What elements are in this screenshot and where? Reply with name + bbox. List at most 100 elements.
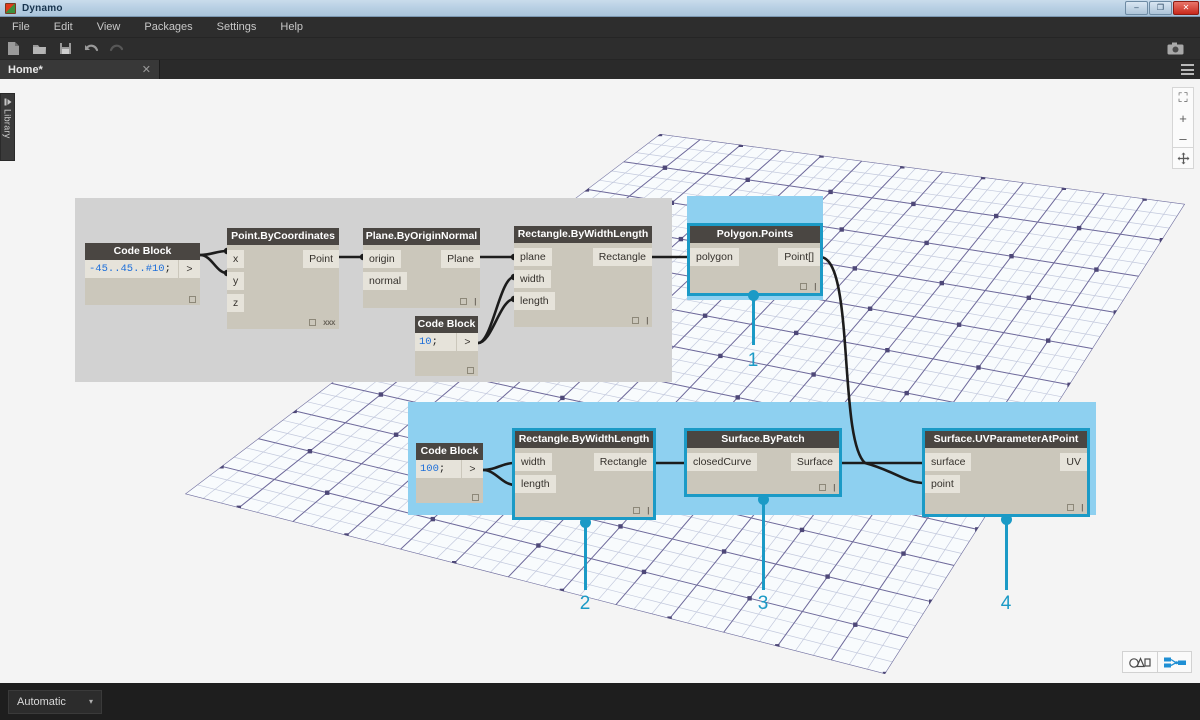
run-mode-value: Automatic	[17, 695, 66, 708]
node-plane-byoriginnormal[interactable]: Plane.ByOriginNormal origin normal Plane…	[363, 228, 480, 308]
node-point-bycoordinates[interactable]: Point.ByCoordinates x y z Point xxx	[227, 228, 339, 329]
callout-stem	[751, 295, 755, 345]
lacing-indicator[interactable]: |	[647, 506, 649, 515]
output-port-rectangle[interactable]: Rectangle	[592, 248, 652, 266]
library-panel-tab[interactable]: Library	[0, 93, 15, 161]
zoom-controls: ⛶ + –	[1172, 87, 1194, 149]
menu-item-edit[interactable]: Edit	[42, 17, 85, 38]
geometry-view-toggle[interactable]	[1123, 652, 1157, 672]
preview-toggle-icon[interactable]	[633, 507, 641, 514]
node-title: Code Block	[416, 443, 483, 460]
lacing-indicator[interactable]: |	[1081, 503, 1083, 512]
preview-toggle-icon[interactable]	[460, 298, 468, 305]
node-surface-uvparameteratpoint[interactable]: Surface.UVParameterAtPoint surface point…	[922, 428, 1090, 517]
preview-toggle-icon[interactable]	[467, 367, 474, 374]
menu-item-view[interactable]: View	[85, 17, 133, 38]
preview-toggle-icon[interactable]	[472, 494, 479, 501]
input-port-origin[interactable]: origin	[363, 250, 401, 268]
node-code-block-range[interactable]: Code Block -45..45..#10; >	[85, 243, 200, 305]
output-port-plane[interactable]: Plane	[441, 250, 480, 268]
workspace-canvas[interactable]: Code Block -45..45..#10; > Point.ByCoord…	[0, 79, 1200, 683]
input-port-closedcurve[interactable]: closedCurve	[687, 453, 758, 471]
preview-toggle-icon[interactable]	[1067, 504, 1075, 511]
camera-icon[interactable]	[1162, 38, 1188, 60]
menu-item-packages[interactable]: Packages	[132, 17, 204, 38]
menu-item-settings[interactable]: Settings	[205, 17, 269, 38]
input-port-x[interactable]: x	[227, 250, 245, 268]
view-toggles	[1122, 651, 1192, 673]
close-button[interactable]: ✕	[1173, 0, 1199, 15]
input-port-width[interactable]: width	[514, 270, 551, 288]
pan-icon[interactable]	[1172, 147, 1194, 169]
redo-icon[interactable]	[104, 38, 130, 60]
maximize-button[interactable]: ❐	[1149, 0, 1172, 15]
preview-toggle-icon[interactable]	[800, 283, 808, 290]
preview-toggle-icon[interactable]	[819, 484, 827, 491]
zoom-in-button[interactable]: +	[1172, 108, 1194, 128]
code-semicolon: ;	[164, 263, 171, 275]
graph-view-toggle[interactable]	[1157, 652, 1191, 672]
run-mode-dropdown[interactable]: Automatic ▾	[8, 689, 102, 714]
input-port-length[interactable]: length	[515, 475, 556, 493]
connector-wires	[199, 247, 929, 489]
input-port-z[interactable]: z	[227, 294, 245, 312]
output-port-rectangle[interactable]: Rectangle	[593, 453, 653, 471]
new-file-icon[interactable]	[0, 38, 26, 60]
menu-bar: File Edit View Packages Settings Help	[0, 17, 1200, 38]
node-code-block-10[interactable]: Code Block 10; >	[415, 316, 478, 376]
expand-arrow-icon	[4, 98, 11, 106]
input-port-surface[interactable]: surface	[925, 453, 972, 471]
node-code-block-100[interactable]: Code Block 100; >	[416, 443, 483, 503]
node-rectangle-bywidthlength-top[interactable]: Rectangle.ByWidthLength plane width leng…	[514, 226, 652, 327]
node-polygon-points[interactable]: Polygon.Points polygon Point[] |	[687, 223, 823, 296]
fit-to-screen-icon[interactable]: ⛶	[1172, 88, 1194, 108]
node-surface-bypatch[interactable]: Surface.ByPatch closedCurve Surface |	[684, 428, 842, 497]
output-port-point-array[interactable]: Point[]	[778, 248, 820, 266]
undo-icon[interactable]	[78, 38, 104, 60]
hamburger-menu-icon[interactable]	[1181, 64, 1194, 75]
code-block-output-port[interactable]: >	[456, 333, 478, 351]
zoom-out-button[interactable]: –	[1172, 128, 1194, 148]
preview-toggle-icon[interactable]	[189, 296, 196, 303]
node-rectangle-bywidthlength-bottom[interactable]: Rectangle.ByWidthLength width length Rec…	[512, 428, 656, 520]
input-port-y[interactable]: y	[227, 272, 245, 290]
input-port-plane[interactable]: plane	[514, 248, 552, 266]
code-semicolon: ;	[431, 336, 438, 348]
input-port-normal[interactable]: normal	[363, 272, 408, 290]
input-port-polygon[interactable]: polygon	[690, 248, 739, 266]
node-footer	[467, 367, 474, 374]
lacing-indicator[interactable]: |	[814, 282, 816, 291]
lacing-indicator[interactable]: |	[646, 316, 648, 325]
library-panel-label: Library	[2, 109, 13, 139]
lacing-indicator[interactable]: |	[833, 483, 835, 492]
node-footer: |	[633, 506, 649, 515]
node-footer: |	[819, 483, 835, 492]
code-value: -45..45..#10	[89, 263, 165, 275]
preview-toggle-icon[interactable]	[309, 319, 317, 326]
minimize-button[interactable]: –	[1125, 0, 1148, 15]
code-block-text[interactable]: 10;	[415, 333, 456, 351]
input-port-point[interactable]: point	[925, 475, 960, 493]
save-file-icon[interactable]	[52, 38, 78, 60]
node-footer: xxx	[309, 318, 335, 327]
open-file-icon[interactable]	[26, 38, 52, 60]
code-block-output-port[interactable]: >	[461, 460, 483, 478]
window-title: Dynamo	[22, 2, 63, 14]
output-port-point[interactable]: Point	[303, 250, 339, 268]
menu-item-file[interactable]: File	[0, 17, 42, 38]
code-block-text[interactable]: -45..45..#10;	[85, 260, 178, 278]
output-port-surface[interactable]: Surface	[790, 453, 839, 471]
code-block-text[interactable]: 100;	[416, 460, 461, 478]
code-semicolon: ;	[438, 463, 446, 475]
tab-home[interactable]: Home* ✕	[0, 60, 160, 79]
menu-item-help[interactable]: Help	[268, 17, 315, 38]
node-title: Polygon.Points	[690, 226, 820, 243]
input-port-width[interactable]: width	[515, 453, 552, 471]
lacing-indicator[interactable]: xxx	[323, 318, 335, 327]
input-port-length[interactable]: length	[514, 292, 555, 310]
output-port-uv[interactable]: UV	[1060, 453, 1087, 471]
tab-close-icon[interactable]: ✕	[142, 63, 151, 76]
code-block-output-port[interactable]: >	[178, 260, 200, 278]
preview-toggle-icon[interactable]	[632, 317, 640, 324]
lacing-indicator[interactable]: |	[474, 297, 476, 306]
